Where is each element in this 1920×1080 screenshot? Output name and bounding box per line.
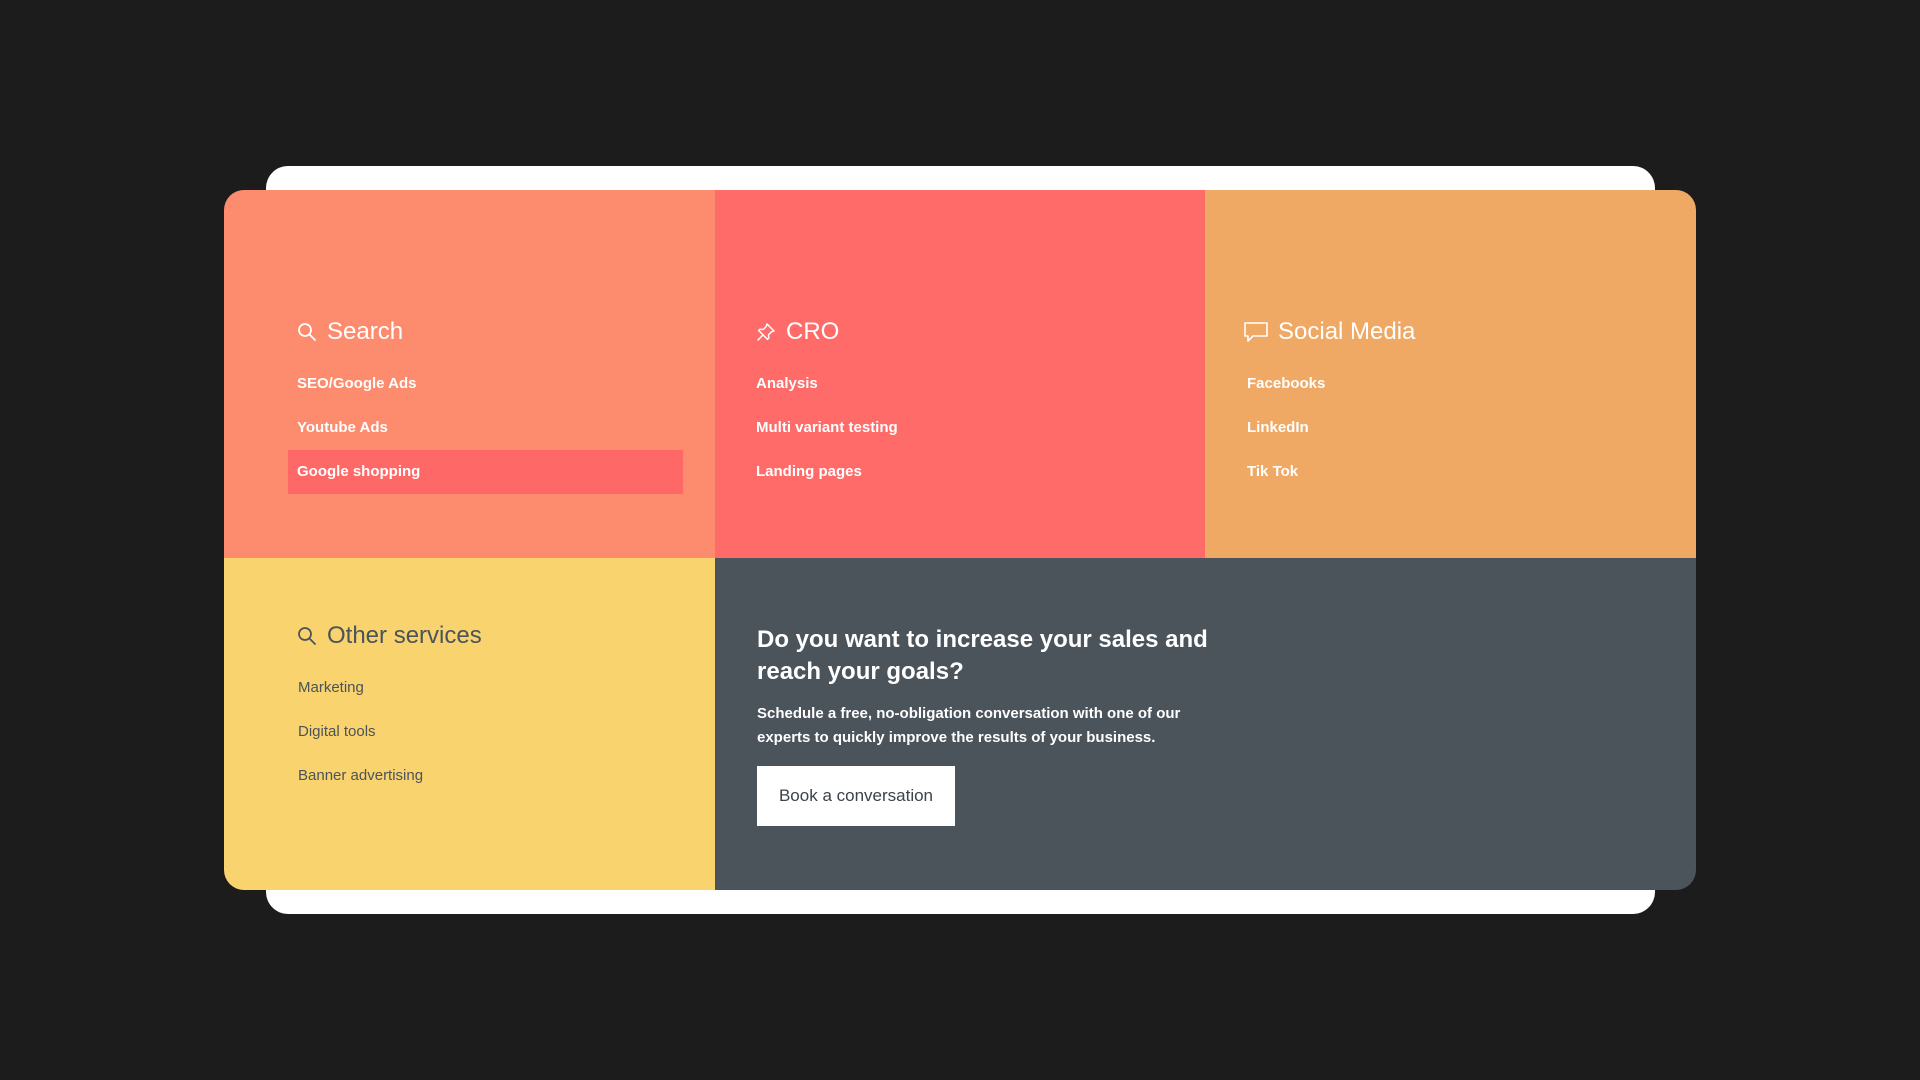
other-services-links: Marketing Digital tools Banner advertisi… <box>298 666 423 798</box>
services-menu-panel: Search SEO/Google Ads Youtube Ads Google… <box>224 190 1696 890</box>
chat-bubble-icon <box>1243 321 1269 343</box>
search-heading: Search <box>296 318 403 346</box>
other-services-tile: Other services Marketing Digital tools B… <box>224 558 715 890</box>
cro-link-analysis[interactable]: Analysis <box>747 362 898 406</box>
cro-heading: CRO <box>755 318 839 346</box>
social-media-heading: Social Media <box>1243 318 1415 346</box>
other-link-banner-advertising[interactable]: Banner advertising <box>289 754 423 798</box>
cro-title: CRO <box>786 318 840 345</box>
other-services-heading: Other services <box>296 622 482 650</box>
search-tile: Search SEO/Google Ads Youtube Ads Google… <box>224 190 715 558</box>
social-link-facebooks[interactable]: Facebooks <box>1238 362 1325 406</box>
social-link-tik-tok[interactable]: Tik Tok <box>1238 450 1325 494</box>
cta-tile: Do you want to increase your sales and r… <box>715 558 1696 890</box>
search-link-google-shopping[interactable]: Google shopping <box>288 450 683 494</box>
social-link-linkedin[interactable]: LinkedIn <box>1238 406 1325 450</box>
social-media-tile: Social Media Facebooks LinkedIn Tik Tok <box>1205 190 1696 558</box>
cro-link-multi-variant-testing[interactable]: Multi variant testing <box>747 406 898 450</box>
other-services-title: Other services <box>327 622 482 649</box>
other-link-marketing[interactable]: Marketing <box>289 666 423 710</box>
search-link-seo-google-ads[interactable]: SEO/Google Ads <box>288 362 683 406</box>
search-links: SEO/Google Ads Youtube Ads Google shoppi… <box>288 362 683 494</box>
cta-description: Schedule a free, no-obligation conversat… <box>757 705 1181 746</box>
book-conversation-button[interactable]: Book a conversation <box>757 766 955 826</box>
search-icon <box>296 625 318 647</box>
cro-link-landing-pages[interactable]: Landing pages <box>747 450 898 494</box>
search-link-youtube-ads[interactable]: Youtube Ads <box>288 406 683 450</box>
cro-links: Analysis Multi variant testing Landing p… <box>756 362 898 494</box>
cta-title: Do you want to increase your sales and r… <box>757 626 1208 685</box>
search-title: Search <box>327 318 404 345</box>
social-media-links: Facebooks LinkedIn Tik Tok <box>1247 362 1325 494</box>
search-icon <box>296 321 318 343</box>
cro-tile: CRO Analysis Multi variant testing Landi… <box>715 190 1205 558</box>
social-media-title: Social Media <box>1278 318 1416 345</box>
pin-icon <box>755 321 777 343</box>
other-link-digital-tools[interactable]: Digital tools <box>289 710 423 754</box>
